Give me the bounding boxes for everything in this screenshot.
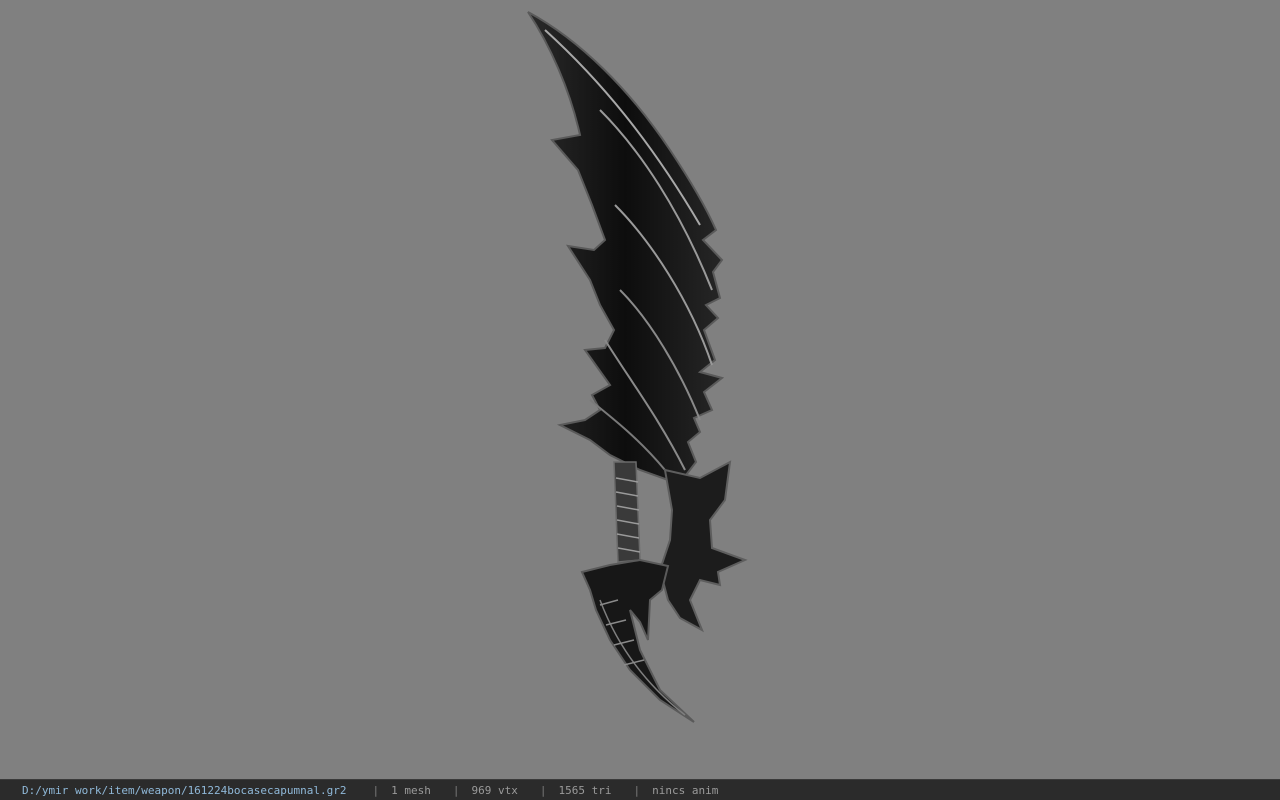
vertex-count: 969 vtx <box>471 783 518 797</box>
weapon-model[interactable] <box>0 0 1280 779</box>
file-path: D:/ymir work/item/weapon/161224bocasecap… <box>22 783 347 797</box>
guard-right <box>658 460 748 633</box>
mesh-count: 1 mesh <box>391 783 431 797</box>
status-bar: D:/ymir work/item/weapon/161224bocasecap… <box>0 779 1280 800</box>
status-separator: | <box>452 783 460 797</box>
status-separator: | <box>633 783 641 797</box>
status-separator: | <box>539 783 547 797</box>
status-separator: | <box>372 783 380 797</box>
grip <box>613 461 641 563</box>
3d-viewport[interactable] <box>0 0 1280 779</box>
triangle-count: 1565 tri <box>558 783 612 797</box>
anim-status: nincs anim <box>652 783 719 797</box>
